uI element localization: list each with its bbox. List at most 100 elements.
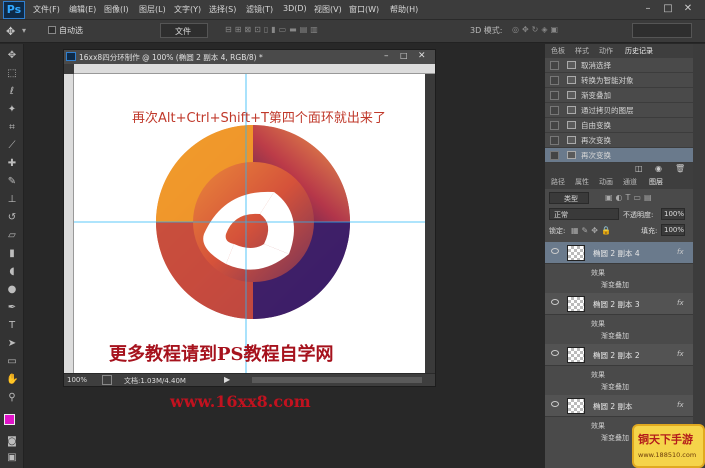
close-icon[interactable]: ✕ — [681, 3, 695, 15]
layer-thumbnail[interactable] — [567, 245, 585, 261]
fx-icon[interactable]: fx — [677, 248, 684, 256]
tab-swatches[interactable]: 色板 — [551, 46, 565, 56]
menu-edit[interactable]: 编辑(E) — [69, 4, 96, 15]
menu-filter[interactable]: 滤镜(T) — [246, 4, 273, 15]
layer-effects-label[interactable]: 效果 — [591, 370, 605, 380]
zoom-level[interactable]: 100% — [67, 376, 87, 384]
vertical-scrollbar[interactable] — [425, 74, 435, 373]
brush-icon[interactable]: ✎ — [6, 176, 18, 188]
fx-icon[interactable]: fx — [677, 350, 684, 358]
history-item[interactable]: 取消选择 — [545, 58, 693, 73]
history-item[interactable]: 通过拷贝的图层 — [545, 103, 693, 118]
tab-paths[interactable]: 路径 — [551, 177, 565, 187]
move-tool-icon[interactable]: ✥ — [6, 25, 15, 38]
history-item[interactable]: 渐变叠加 — [545, 88, 693, 103]
camera-icon[interactable]: ◉ — [655, 164, 662, 173]
visibility-eye-icon[interactable] — [551, 248, 559, 254]
maximize-icon[interactable]: □ — [661, 3, 675, 15]
layer-name[interactable]: 椭圆 2 副本 — [593, 401, 633, 412]
history-item[interactable]: 再次变换 — [545, 133, 693, 148]
quick-mask-icon[interactable]: ◙ — [6, 436, 18, 448]
history-checkbox[interactable] — [550, 91, 559, 100]
menu-help[interactable]: 帮助(H) — [390, 4, 418, 15]
snapshot-icon[interactable]: ◫ — [635, 164, 643, 173]
crop-icon[interactable]: ⌗ — [6, 122, 18, 134]
lock-icons[interactable]: ▦✎✥🔒 — [571, 226, 614, 235]
menu-file[interactable]: 文件(F) — [33, 4, 60, 15]
export-icon[interactable] — [102, 375, 112, 385]
layer-name[interactable]: 椭圆 2 副本 4 — [593, 248, 640, 259]
status-arrow-icon[interactable]: ▶ — [224, 375, 230, 384]
shape-icon[interactable]: ▭ — [6, 356, 18, 368]
gradient-overlay-effect[interactable]: 渐变叠加 — [601, 331, 629, 341]
blur-icon[interactable]: ◖ — [6, 266, 18, 278]
visibility-eye-icon[interactable] — [551, 350, 559, 356]
layer-row[interactable]: 椭圆 2 副本 fx — [545, 395, 693, 417]
filter-kind-select[interactable]: 类型 — [549, 192, 589, 204]
vertical-ruler[interactable] — [64, 74, 74, 374]
history-checkbox[interactable] — [550, 121, 559, 130]
panel-scrollbar[interactable] — [693, 44, 705, 468]
history-item-active[interactable]: 再次变换 — [545, 148, 693, 163]
layer-name[interactable]: 椭圆 2 副本 3 — [593, 299, 640, 310]
document-tab[interactable]: 16xx8四分环制作 @ 100% (椭圆 2 副本 4, RGB/8) * –… — [64, 50, 435, 64]
marquee-icon[interactable]: ⬚ — [6, 68, 18, 80]
doc-minimize-icon[interactable]: – — [384, 51, 389, 61]
layer-thumbnail[interactable] — [567, 398, 585, 414]
history-checkbox[interactable] — [550, 106, 559, 115]
layer-effects-label[interactable]: 效果 — [591, 319, 605, 329]
history-checkbox[interactable] — [550, 136, 559, 145]
history-checkbox[interactable] — [550, 151, 559, 160]
history-checkbox[interactable] — [550, 61, 559, 70]
layer-thumbnail[interactable] — [567, 347, 585, 363]
fill-field[interactable]: 100% — [661, 224, 685, 236]
history-item[interactable]: 自由变换 — [545, 118, 693, 133]
gradient-icon[interactable]: ▮ — [6, 248, 18, 260]
canvas[interactable]: 再次Alt+Ctrl+Shift+T第四个面环就出来了 更多教程请到PS教程自学… — [74, 74, 425, 373]
tab-properties[interactable]: 属性 — [575, 177, 589, 187]
menu-select[interactable]: 选择(S) — [209, 4, 236, 15]
history-item[interactable]: 转换为智能对象 — [545, 73, 693, 88]
magic-wand-icon[interactable]: ✦ — [6, 104, 18, 116]
lasso-icon[interactable]: ℓ — [6, 86, 18, 98]
history-brush-icon[interactable]: ↺ — [6, 212, 18, 224]
menu-view[interactable]: 视图(V) — [314, 4, 342, 15]
layer-row[interactable]: 椭圆 2 副本 2 fx — [545, 344, 693, 366]
foreground-color-swatch[interactable] — [4, 414, 15, 425]
doc-button[interactable]: 文件 — [160, 23, 208, 38]
blend-mode-select[interactable]: 正常 — [549, 208, 619, 220]
path-select-icon[interactable]: ➤ — [6, 338, 18, 350]
minimize-icon[interactable]: – — [641, 3, 655, 15]
layer-name[interactable]: 椭圆 2 副本 2 — [593, 350, 640, 361]
healing-icon[interactable]: ✚ — [6, 158, 18, 170]
tab-actions[interactable]: 动作 — [599, 46, 613, 56]
move-icon[interactable]: ✥ — [6, 50, 18, 62]
type-icon[interactable]: T — [6, 320, 18, 332]
tab-channels[interactable]: 通道 — [623, 177, 637, 187]
hand-icon[interactable]: ✋ — [6, 374, 18, 386]
visibility-eye-icon[interactable] — [551, 299, 559, 305]
tab-animation[interactable]: 动画 — [599, 177, 613, 187]
eraser-icon[interactable]: ▱ — [6, 230, 18, 242]
chevron-down-icon[interactable]: ▾ — [22, 26, 26, 35]
layer-row[interactable]: 椭圆 2 副本 4 fx — [545, 242, 693, 264]
gradient-overlay-effect[interactable]: 渐变叠加 — [601, 280, 629, 290]
trash-icon[interactable]: 🗑 — [675, 164, 685, 173]
menu-type[interactable]: 文字(Y) — [174, 4, 201, 15]
visibility-eye-icon[interactable] — [551, 401, 559, 407]
menu-3d[interactable]: 3D(D) — [283, 4, 307, 13]
gradient-overlay-effect[interactable]: 渐变叠加 — [601, 382, 629, 392]
layer-thumbnail[interactable] — [567, 296, 585, 312]
fx-icon[interactable]: fx — [677, 299, 684, 307]
gradient-overlay-effect[interactable]: 渐变叠加 — [601, 433, 629, 443]
menu-layer[interactable]: 图层(L) — [139, 4, 166, 15]
menu-image[interactable]: 图像(I) — [104, 4, 129, 15]
eyedropper-icon[interactable]: ⟋ — [6, 140, 18, 152]
3d-mode-icons[interactable]: ◎✥↻◈▣ — [512, 25, 561, 34]
opacity-field[interactable]: 100% — [661, 208, 685, 220]
doc-close-icon[interactable]: ✕ — [418, 51, 426, 61]
auto-select-checkbox[interactable] — [48, 26, 56, 34]
doc-maximize-icon[interactable]: □ — [400, 51, 408, 60]
dodge-icon[interactable]: ● — [6, 284, 18, 296]
tab-styles[interactable]: 样式 — [575, 46, 589, 56]
